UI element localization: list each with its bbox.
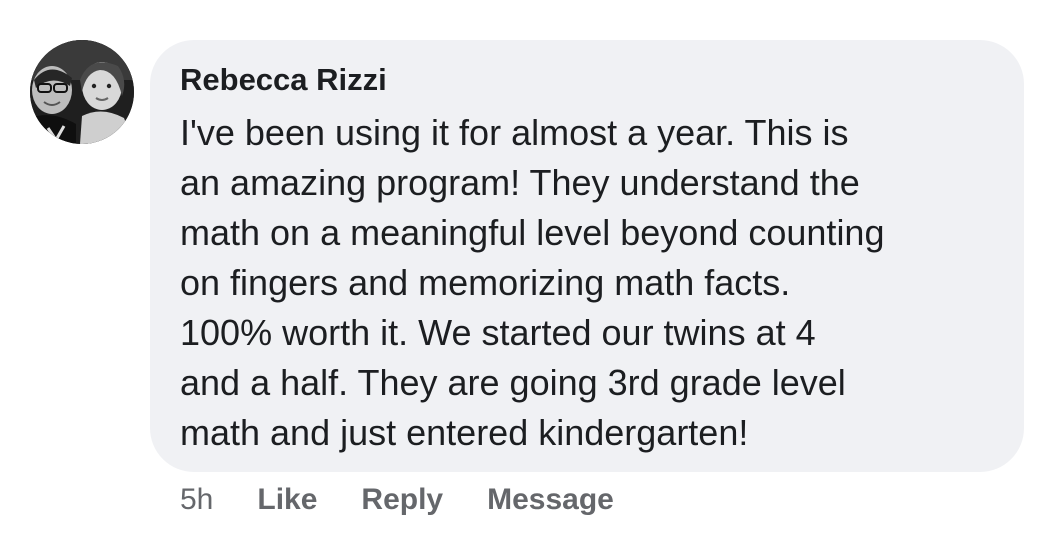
comment-line: math on a meaningful level beyond counti…	[180, 212, 885, 253]
comment-line: 100% worth it. We started our twins at 4	[180, 312, 816, 353]
avatar[interactable]	[30, 40, 134, 144]
comment-line: math and just entered kindergarten!	[180, 412, 749, 453]
comment-timestamp[interactable]: 5h	[180, 483, 213, 517]
message-button[interactable]: Message	[487, 483, 614, 517]
profile-photo	[30, 40, 134, 144]
comment-line: on fingers and memorizing math facts.	[180, 262, 791, 303]
like-button[interactable]: Like	[257, 483, 317, 517]
comment-author-name[interactable]: Rebecca Rizzi	[180, 60, 387, 100]
comment-line: an amazing program! They understand the	[180, 162, 860, 203]
reply-button[interactable]: Reply	[361, 483, 443, 517]
comment-actions: 5h Like Reply Message	[180, 478, 614, 522]
comment-line: I've been using it for almost a year. Th…	[180, 112, 849, 153]
comment-text: I've been using it for almost a year. Th…	[180, 108, 1010, 458]
comment-line: and a half. They are going 3rd grade lev…	[180, 362, 846, 403]
